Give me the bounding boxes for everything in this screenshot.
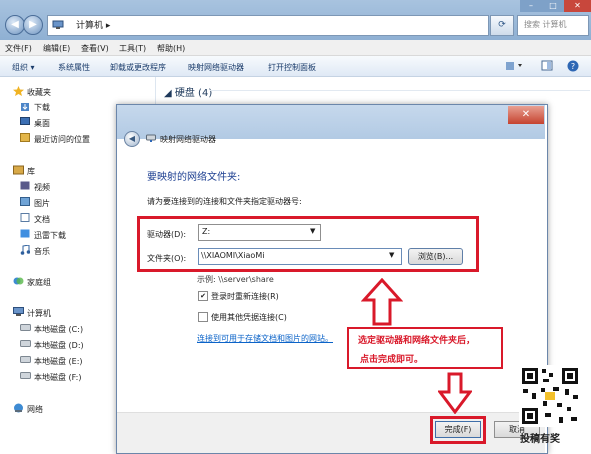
recent-places-icon <box>20 133 30 142</box>
preview-pane-icon[interactable] <box>541 60 553 71</box>
forward-button[interactable]: ▶ <box>23 15 43 35</box>
menu-tools[interactable]: 工具(T) <box>119 43 146 54</box>
pictures-icon <box>20 197 30 206</box>
browse-button[interactable]: 浏览(B)... <box>408 248 463 265</box>
documents-icon <box>20 213 30 222</box>
drive-label: 驱动器(D): <box>147 230 187 239</box>
nav-libraries[interactable]: 库 <box>27 166 35 177</box>
qr-code-icon <box>519 365 581 427</box>
menu-file[interactable]: 文件(F) <box>5 43 32 54</box>
nav-item-drive-d[interactable]: 本地磁盘 (D:) <box>34 340 84 351</box>
breadcrumb-computer[interactable]: 计算机 <box>76 21 103 31</box>
arrow-down-icon <box>438 372 472 414</box>
menu-view[interactable]: 查看(V) <box>81 43 109 54</box>
nav-homegroup[interactable]: 家庭组 <box>27 277 51 288</box>
hard-drive-icon <box>20 324 31 331</box>
maximize-button[interactable]: □ <box>542 0 564 12</box>
music-icon <box>20 245 30 255</box>
hard-drive-icon <box>20 372 31 379</box>
system-properties-button[interactable]: 系统属性 <box>58 62 90 73</box>
reconnect-label[interactable]: 登录时重新连接(R) <box>211 291 279 302</box>
network-icon <box>14 403 23 413</box>
map-network-drive-button[interactable]: 映射网络驱动器 <box>188 62 244 73</box>
back-button[interactable]: ◀ <box>5 15 25 35</box>
computer-icon <box>13 307 24 316</box>
dialog-heading: 要映射的网络文件夹: <box>147 172 241 183</box>
video-icon <box>20 181 30 190</box>
drives-group-label: 硬盘 (4) <box>174 88 213 99</box>
chevron-down-icon[interactable]: ▼ <box>389 251 394 259</box>
thunder-download-icon <box>20 229 30 238</box>
breadcrumb[interactable]: 计算机 ▸ <box>76 18 110 31</box>
nav-computer[interactable]: 计算机 <box>27 308 51 319</box>
nav-item-recent[interactable]: 最近访问的位置 <box>34 134 90 145</box>
credentials-label[interactable]: 使用其他凭据连接(C) <box>211 312 287 323</box>
dialog-close-button[interactable]: ✕ <box>508 106 544 124</box>
refresh-button[interactable]: ⟳ <box>490 15 514 36</box>
view-options-icon[interactable] <box>505 61 525 71</box>
chevron-down-icon[interactable]: ▼ <box>310 227 315 235</box>
nav-item-drive-c[interactable]: 本地磁盘 (C:) <box>34 324 83 335</box>
star-icon <box>13 86 24 96</box>
uninstall-program-button[interactable]: 卸载或更改程序 <box>110 62 166 73</box>
nav-item-thunder[interactable]: 迅雷下载 <box>34 230 66 241</box>
command-bar: 组织 ▾ 系统属性 卸载或更改程序 映射网络驱动器 打开控制面板 ? <box>0 56 591 77</box>
download-icon <box>21 103 29 111</box>
nav-item-music[interactable]: 音乐 <box>34 246 50 257</box>
folder-label: 文件夹(O): <box>147 254 187 263</box>
dialog-description: 请为要连接到的连接和文件夹指定驱动器号: <box>147 197 302 206</box>
minimize-button[interactable]: – <box>520 0 542 12</box>
nav-item-desktop[interactable]: 桌面 <box>34 118 50 129</box>
example-hint: 示例: \\server\share <box>197 275 274 284</box>
nav-item-drive-f[interactable]: 本地磁盘 (F:) <box>34 372 81 383</box>
arrow-up-icon <box>361 278 403 326</box>
drive-letter-value: Z: <box>202 227 211 236</box>
watermark-text: 投稿有奖 <box>520 434 560 445</box>
nav-item-pictures[interactable]: 图片 <box>34 198 50 209</box>
hard-drive-icon <box>20 340 31 347</box>
computer-icon <box>52 20 64 29</box>
finish-button[interactable]: 完成(F) <box>435 421 481 438</box>
nav-network[interactable]: 网络 <box>27 404 43 415</box>
drive-letter-select[interactable] <box>198 224 321 241</box>
map-network-drive-dialog <box>116 104 548 454</box>
credentials-checkbox[interactable] <box>198 312 208 322</box>
help-icon[interactable]: ? <box>567 60 579 72</box>
dialog-back-button[interactable]: ◀ <box>124 131 140 147</box>
menu-help[interactable]: 帮助(H) <box>157 43 185 54</box>
annotation-text: 点击完成即可。 <box>360 355 424 365</box>
homegroup-icon <box>13 277 24 285</box>
network-drive-icon <box>146 134 156 142</box>
reconnect-checkbox[interactable]: ✔ <box>198 291 208 301</box>
folder-path-value[interactable]: \\XIAOMI\XiaoMi <box>201 251 264 260</box>
nav-item-downloads[interactable]: 下载 <box>34 102 50 113</box>
desktop-icon <box>20 117 30 125</box>
storage-website-link[interactable]: 连接到可用于存储文档和图片的网站。 <box>197 333 333 344</box>
annotation-text: 选定驱动器和网络文件夹后， <box>358 336 476 346</box>
open-control-panel-button[interactable]: 打开控制面板 <box>268 62 316 73</box>
address-bar[interactable] <box>47 15 489 36</box>
nav-item-videos[interactable]: 视频 <box>34 182 50 193</box>
dialog-title: 映射网络驱动器 <box>160 135 216 144</box>
nav-favorites[interactable]: 收藏夹 <box>27 87 51 98</box>
library-icon <box>13 165 24 175</box>
nav-item-documents[interactable]: 文档 <box>34 214 50 225</box>
group-divider <box>210 90 590 91</box>
organize-button[interactable]: 组织 ▾ <box>12 62 35 73</box>
close-window-button[interactable]: ✕ <box>564 0 591 12</box>
menu-edit[interactable]: 编辑(E) <box>43 43 70 54</box>
menu-bar: 文件(F) 编辑(E) 查看(V) 工具(T) 帮助(H) <box>0 40 591 56</box>
svg-text:?: ? <box>571 62 575 71</box>
hard-drive-icon <box>20 356 31 363</box>
search-placeholder: 搜索 计算机 <box>524 20 567 29</box>
drives-group-header[interactable]: ◢ 硬盘 (4) <box>164 84 212 99</box>
window-controls: – □ ✕ <box>520 0 591 12</box>
nav-item-drive-e[interactable]: 本地磁盘 (E:) <box>34 356 83 367</box>
